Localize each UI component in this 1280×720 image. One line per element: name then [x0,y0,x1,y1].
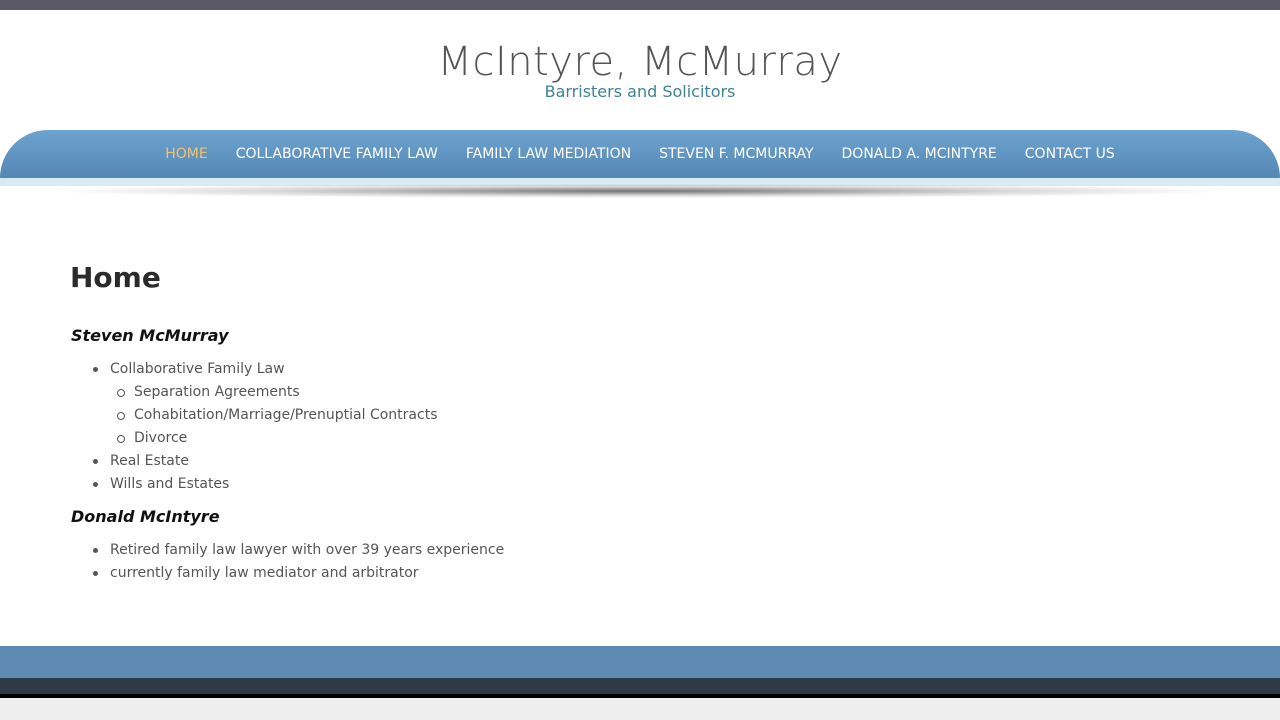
list-subitem: Cohabitation/Marriage/Prenuptial Contrac… [71,404,438,427]
nav-item-family-law-mediation[interactable]: FAMILY LAW MEDIATION [452,130,645,178]
list-item: Retired family law lawyer with over 39 y… [71,539,504,562]
nav-item-steven-mcmurray[interactable]: STEVEN F. MCMURRAY [645,130,827,178]
section-heading-donald: Donald McIntyre [71,507,220,526]
list-item: Collaborative Family Law [71,358,438,381]
footer-dark-bar [0,678,1280,694]
nav-item-collaborative-family-law[interactable]: COLLABORATIVE FAMILY LAW [222,130,452,178]
nav-shadow [60,184,1220,198]
nav-item-donald-mcintyre[interactable]: DONALD A. MCINTYRE [828,130,1011,178]
list-item: currently family law mediator and arbitr… [71,562,504,585]
top-strip [0,0,1280,10]
section-heading-steven: Steven McMurray [71,326,229,345]
nav-bar: HOME COLLABORATIVE FAMILY LAW FAMILY LAW… [0,130,1280,178]
site-header: McIntyre, McMurray Barristers and Solici… [0,10,1280,130]
donald-services-list: Retired family law lawyer with over 39 y… [71,539,504,585]
site-title[interactable]: McIntyre, McMurray [0,38,1280,86]
nav-item-home[interactable]: HOME [151,130,221,178]
list-subitem: Separation Agreements [71,381,438,404]
main-nav: HOME COLLABORATIVE FAMILY LAW FAMILY LAW… [0,130,1280,210]
list-subitem: Divorce [71,427,438,450]
page-title: Home [70,261,161,294]
footer-bar [0,646,1280,678]
list-item: Wills and Estates [71,473,438,496]
list-item: Real Estate [71,450,438,473]
site-tagline: Barristers and Solicitors [544,82,736,101]
nav-item-contact-us[interactable]: CONTACT US [1011,130,1129,178]
footer-background [0,698,1280,720]
steven-services-list: Collaborative Family Law Separation Agre… [71,358,438,496]
